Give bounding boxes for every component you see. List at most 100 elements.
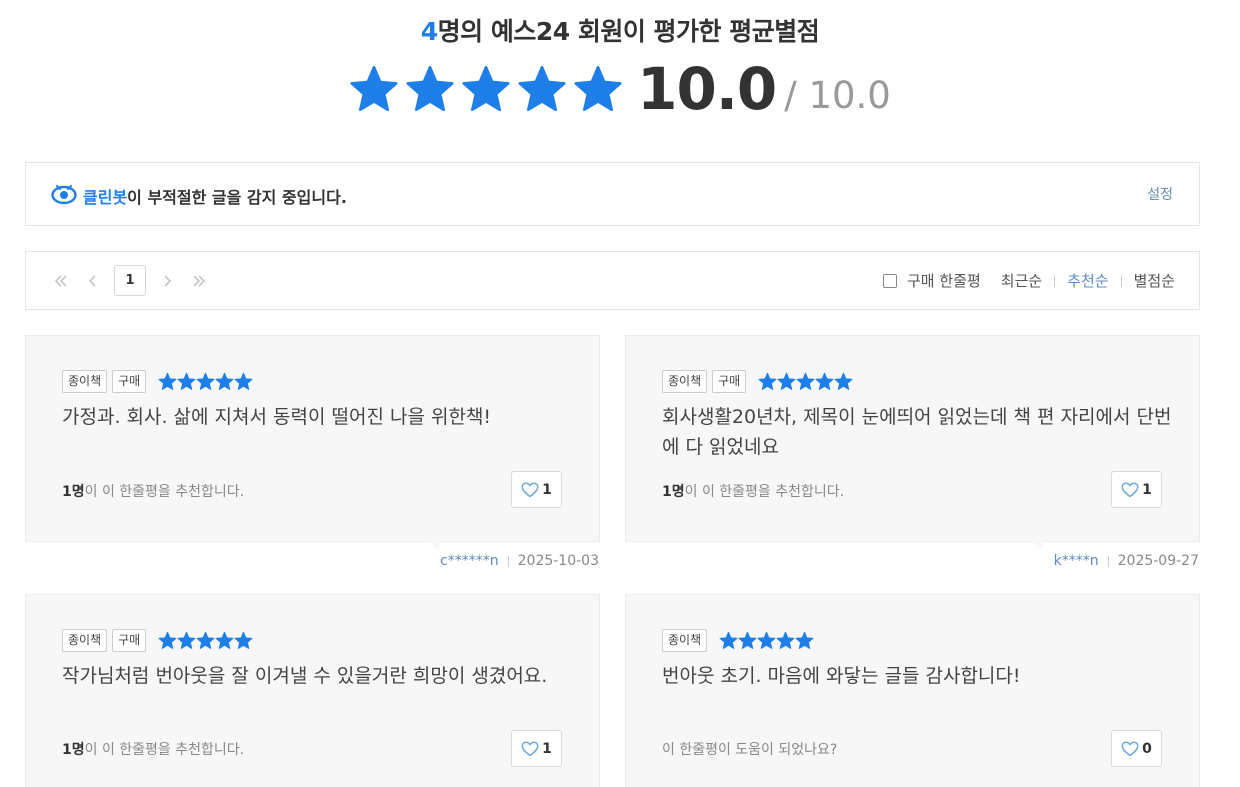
star-icon: [574, 65, 622, 112]
cleanbot-message: 클린봇이 부적절한 글을 감지 중입니다.: [83, 184, 347, 208]
rating-summary: 4명의 예스24 회원이 평가한 평균별점 10.0 / 10.0: [0, 0, 1240, 130]
star-icon: [738, 631, 757, 649]
review-text: 회사생활20년차, 제목이 눈에띄어 읽었는데 책 편 자리에서 단번에 다 읽…: [662, 406, 1172, 458]
like-button[interactable]: 0: [1111, 730, 1162, 767]
star-icon: [177, 631, 196, 649]
like-count: 0: [1142, 740, 1152, 757]
recommend-text: 이 한줄평이 도움이 되었나요?: [662, 742, 838, 758]
last-page-button[interactable]: [188, 266, 210, 296]
recommend-text: 이 이 한줄평을 추천합니다.: [84, 484, 245, 500]
like-button[interactable]: 1: [511, 730, 562, 767]
sort-divider: [1120, 274, 1122, 287]
purchase-filter-label[interactable]: 구매 한줄평: [907, 270, 981, 291]
review-text: 작가님처럼 번아웃을 잘 이겨낼 수 있을거란 희망이 생겼어요.: [62, 665, 548, 687]
star-icon: [350, 65, 398, 112]
double-chevron-left-icon: [54, 274, 67, 287]
star-icon: [719, 631, 738, 649]
cleanbot-bar: 클린봇이 부적절한 글을 감지 중입니다. 설정: [25, 162, 1200, 226]
rating-title-text: 명의 예스24 회원이 평가한 평균별점: [437, 17, 820, 46]
star-icon: [757, 631, 776, 649]
recommend-info: 1명이 이 한줄평을 추천합니다.: [662, 481, 844, 501]
cleanbot-message-text: 이 부적절한 글을 감지 중입니다.: [127, 188, 347, 207]
average-score: 10.0: [637, 55, 777, 123]
next-page-button[interactable]: [156, 266, 178, 296]
review-star-rating: [758, 372, 853, 391]
meta-divider: [1107, 555, 1109, 567]
heart-icon: [1121, 740, 1139, 756]
review-tags: 종이책 구매: [62, 629, 253, 652]
review-meta: k****n 2025-09-27: [1054, 553, 1199, 569]
recommend-info: 1명이 이 한줄평을 추천합니다.: [62, 481, 244, 501]
chevron-left-icon: [88, 274, 96, 287]
rating-title: 4명의 예스24 회원이 평가한 평균별점: [0, 12, 1240, 48]
double-chevron-right-icon: [193, 274, 206, 287]
heart-icon: [521, 740, 539, 756]
star-icon: [196, 372, 215, 390]
review-star-rating: [719, 631, 814, 650]
star-icon: [518, 65, 566, 112]
review-card: 종이책 구매 작가님처럼 번아웃을 잘 이겨낼 수 있을거란 희망이 생겼어요.…: [25, 594, 600, 787]
reviewer-id[interactable]: c******n: [440, 553, 499, 569]
recommend-count: 1명: [62, 742, 85, 758]
star-icon: [796, 372, 815, 390]
star-icon: [215, 372, 234, 390]
star-icon: [234, 631, 253, 649]
review-tags: 종이책 구매: [662, 370, 853, 393]
like-count: 1: [542, 740, 552, 757]
purchase-filter-checkbox[interactable]: [883, 273, 897, 288]
cleanbot-setting-link[interactable]: 설정: [1147, 184, 1173, 204]
review-card: 종이책 번아웃 초기. 마음에 와닿는 글들 감사합니다! 이 한줄평이 도움이…: [625, 594, 1200, 787]
star-icon: [158, 631, 177, 649]
star-icon: [795, 631, 814, 649]
cleanbot-eye-icon: [51, 185, 77, 205]
recommend-count: 1명: [62, 484, 85, 500]
star-icon: [158, 372, 177, 390]
like-button[interactable]: 1: [511, 471, 562, 508]
review-date: 2025-10-03: [517, 553, 599, 569]
review-star-rating: [158, 631, 253, 650]
meta-divider: [507, 555, 509, 567]
recommend-info: 이 한줄평이 도움이 되었나요?: [662, 739, 837, 759]
star-icon: [215, 631, 234, 649]
tag-purchase: 구매: [112, 629, 147, 652]
first-page-button[interactable]: [50, 266, 72, 296]
recommend-count: 1명: [662, 484, 685, 500]
review-text: 번아웃 초기. 마음에 와닿는 글들 감사합니다!: [662, 665, 1021, 687]
review-star-rating: [158, 372, 253, 391]
star-icon: [776, 631, 795, 649]
recommend-text: 이 이 한줄평을 추천합니다.: [84, 742, 245, 758]
review-card: 종이책 구매 가정과. 회사. 삶에 지쳐서 동력이 떨어진 나을 위한책! 1…: [25, 335, 600, 550]
review-tags: 종이책 구매: [62, 370, 253, 393]
like-count: 1: [542, 481, 552, 498]
star-icon: [777, 372, 796, 390]
tag-purchase: 구매: [112, 370, 147, 393]
review-card: 종이책 구매 회사생활20년차, 제목이 눈에띄어 읽었는데 책 편 자리에서 …: [625, 335, 1200, 550]
card-tail: [1032, 541, 1042, 550]
heart-icon: [1121, 481, 1139, 497]
like-button[interactable]: 1: [1111, 471, 1162, 508]
prev-page-button[interactable]: [82, 266, 104, 296]
tag-format: 종이책: [662, 370, 708, 393]
sort-divider: [1054, 274, 1056, 287]
sort-recent[interactable]: 최근순: [1001, 270, 1042, 291]
review-text: 가정과. 회사. 삶에 지쳐서 동력이 떨어진 나을 위한책!: [62, 406, 492, 428]
star-icon: [834, 372, 853, 390]
pagination: 1: [50, 265, 220, 296]
chevron-right-icon: [164, 274, 172, 287]
tag-format: 종이책: [62, 629, 108, 652]
star-icon: [196, 631, 215, 649]
recommend-text: 이 이 한줄평을 추천합니다.: [684, 484, 845, 500]
page-number-current[interactable]: 1: [114, 265, 146, 296]
like-count: 1: [1142, 481, 1152, 498]
sort-area: 구매 한줄평 최근순 추천순 별점순: [883, 270, 1175, 291]
review-tags: 종이책: [662, 629, 814, 652]
sort-recommend[interactable]: 추천순: [1067, 270, 1108, 291]
cleanbot-brand: 클린봇: [83, 188, 128, 207]
sort-rating[interactable]: 별점순: [1134, 270, 1175, 291]
review-toolbar: 1 구매 한줄평 최근순 추천순 별점순: [25, 251, 1200, 310]
tag-format: 종이책: [662, 629, 708, 652]
review-date: 2025-09-27: [1117, 553, 1199, 569]
tag-format: 종이책: [62, 370, 108, 393]
card-tail: [429, 541, 439, 550]
reviewer-id[interactable]: k****n: [1054, 553, 1099, 569]
